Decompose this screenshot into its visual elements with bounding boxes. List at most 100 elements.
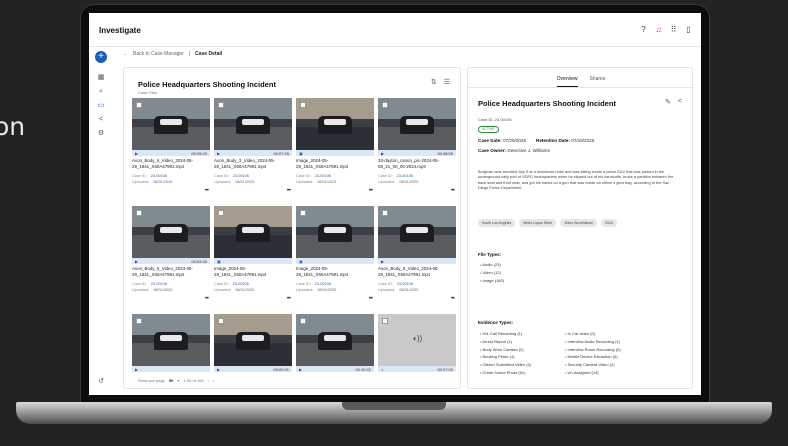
uploaded-date: 08/01/2025 — [235, 288, 255, 292]
file-card[interactable]: ▶ 00:08:55 33-dayton_canon_pic-2024-05-08_… — [378, 98, 456, 196]
back-to-case-manager-link[interactable]: Back to Case Manager — [133, 51, 184, 57]
apps-grid-icon[interactable]: ⠿ — [669, 25, 678, 34]
case-id-link[interactable]: 23-00106 — [233, 174, 249, 178]
more-options-icon[interactable]: ••• — [369, 296, 373, 302]
top-bar: Investigate ? ♫ ⠿ ▯ — [89, 13, 701, 47]
tag[interactable]: South Los Angeles — [478, 219, 516, 227]
edit-icon[interactable]: ✎ — [665, 98, 671, 106]
notification-bell-icon[interactable]: ♫ — [654, 25, 663, 34]
history-icon[interactable]: ↺ — [96, 377, 106, 387]
select-checkbox[interactable] — [382, 210, 388, 216]
file-card[interactable]: ▣ Image_2024-05-29_1841_X60A47991.mp4 Case… — [296, 206, 374, 304]
tag[interactable]: Metro Liquor Store — [519, 219, 557, 227]
more-options-icon[interactable]: ••• — [369, 188, 373, 194]
tab-overview[interactable]: Overview — [556, 76, 578, 87]
case-id-link[interactable]: 23-00106 — [151, 282, 167, 286]
file-thumbnail[interactable] — [214, 98, 292, 150]
file-thumbnail[interactable] — [296, 206, 374, 258]
file-card[interactable]: ▶ 00:07:45 Axon_Body_3_Video_2024-05-29_18… — [214, 98, 292, 196]
file-card[interactable]: ◖)) ◖ 00:07:00 — [378, 314, 456, 395]
select-checkbox[interactable] — [382, 102, 388, 108]
file-thumbnail[interactable] — [296, 98, 374, 150]
file-name: Image_2024-05-29_1841_X60A47991.mp4 — [214, 266, 267, 277]
select-checkbox[interactable] — [136, 318, 142, 324]
case-id-label: Case ID: — [214, 174, 229, 178]
file-type-bar: ▶ — [378, 258, 456, 264]
file-card[interactable]: ▣ Image_2024-05-29_1841_X60A47991.mp4 Case… — [214, 206, 292, 304]
case-dates: Case Date: 07/29/2025 Retention Date: 07… — [478, 138, 594, 143]
settings-gear-icon[interactable]: ⚙ — [96, 129, 106, 139]
sort-icon[interactable]: ⇅ — [431, 78, 437, 86]
case-date-value: 07/29/2025 — [503, 138, 527, 143]
select-checkbox[interactable] — [136, 102, 142, 108]
file-type-bar: ▶ 00:03:30 — [132, 258, 210, 264]
filter-icon[interactable]: ☰ — [444, 78, 450, 86]
chevron-down-icon[interactable]: ▾ — [177, 378, 179, 383]
file-thumbnail[interactable] — [132, 98, 210, 150]
file-thumbnail[interactable] — [378, 206, 456, 258]
case-id-link[interactable]: 23-00106 — [233, 282, 249, 286]
select-checkbox[interactable] — [218, 210, 224, 216]
file-type-bar: ▶ 00:05:00 — [132, 150, 210, 156]
file-name: Image_2024-05-29_1841_X60A47991.mp4 — [296, 158, 349, 169]
select-checkbox[interactable] — [218, 102, 224, 108]
tag[interactable]: 2024 — [601, 219, 617, 227]
file-thumbnail[interactable] — [132, 206, 210, 258]
folder-icon[interactable]: ▭ — [96, 101, 106, 111]
more-options-icon[interactable]: ••• — [205, 188, 209, 194]
more-options-icon[interactable]: ••• — [205, 296, 209, 302]
file-thumbnail[interactable] — [296, 314, 374, 366]
more-options-icon[interactable]: ••• — [287, 188, 291, 194]
dashboard-icon[interactable]: ▦ — [96, 73, 106, 83]
select-checkbox[interactable] — [218, 318, 224, 324]
breadcrumb-separator: | — [188, 51, 191, 57]
tag[interactable]: Video Surveillance — [560, 219, 598, 227]
case-detail-panel: Overview Shares Police Headquarters Shoo… — [467, 67, 694, 389]
select-checkbox[interactable] — [382, 318, 388, 324]
share-icon[interactable]: < — [678, 98, 682, 106]
app-screen: Investigate ? ♫ ⠿ ▯ + ▦ ⌕ ▭ < ⚙ ↺ ← Back… — [89, 13, 701, 395]
case-id-link[interactable]: 23-00106 — [397, 282, 413, 286]
select-checkbox[interactable] — [300, 210, 306, 216]
case-id-link[interactable]: 23-00106 — [151, 174, 167, 178]
case-id-link[interactable]: 23-00106 — [315, 282, 331, 286]
file-thumbnail[interactable] — [378, 98, 456, 150]
page-range: 1-50 of 193 — [183, 378, 204, 383]
file-card[interactable]: ▶ 00:03:30 Axon_Body_6_Video_2024-05-29_18… — [132, 206, 210, 304]
uploaded-row: Uploaded: 08/01/2025 — [132, 180, 172, 184]
select-checkbox[interactable] — [300, 102, 306, 108]
file-thumbnail[interactable] — [214, 206, 292, 258]
more-options-icon[interactable]: ••• — [451, 188, 455, 194]
rows-per-page-select[interactable]: 50 — [169, 378, 173, 383]
file-card[interactable]: ▶ 00:09:31 — [214, 314, 292, 395]
case-id-link[interactable]: 23-00106 — [315, 174, 331, 178]
list-item: Interview Room Recording (0) — [565, 346, 621, 354]
case-id-link[interactable]: 23-00106 — [397, 174, 413, 178]
search-icon[interactable]: ⌕ — [96, 87, 106, 97]
select-checkbox[interactable] — [300, 318, 306, 324]
panel-tools: ⇅ ☰ — [431, 78, 450, 86]
back-arrow-icon[interactable]: ← — [123, 51, 128, 57]
add-button[interactable]: + — [95, 51, 107, 63]
thumbnail-vehicle — [154, 332, 188, 350]
file-name: Image_2024-05-29_1841_X60A47991.mp4 — [296, 266, 349, 277]
file-thumbnail[interactable] — [214, 314, 292, 366]
file-card[interactable]: ▣ Image_2024-05-29_1841_X60A47991.mp4 Case… — [296, 98, 374, 196]
file-card[interactable]: ▶ 00:05:00 Axon_Body_6_Video_2024-05-29_18… — [132, 98, 210, 196]
file-thumbnail[interactable]: ◖)) — [378, 314, 456, 366]
file-card[interactable]: ▶ Axon_Body_5_Video_2024-05-29_1841_X60A4… — [378, 206, 456, 304]
video-type-icon: ▶ — [217, 366, 221, 372]
file-card[interactable]: ▶ 00:10:42 — [296, 314, 374, 395]
panel-toggle-icon[interactable]: ▯ — [684, 25, 693, 34]
tab-shares[interactable]: Shares — [590, 76, 606, 87]
next-page-icon[interactable]: › — [213, 378, 214, 383]
file-thumbnail[interactable] — [132, 314, 210, 366]
more-options-icon[interactable]: ••• — [287, 296, 291, 302]
retention-date-label: Retention Date: — [536, 138, 570, 143]
prev-page-icon[interactable]: ‹ — [208, 378, 209, 383]
select-checkbox[interactable] — [136, 210, 142, 216]
share-icon[interactable]: < — [96, 115, 106, 125]
case-id-label: Case ID: — [296, 282, 311, 286]
help-icon[interactable]: ? — [639, 25, 648, 34]
more-options-icon[interactable]: ••• — [451, 296, 455, 302]
